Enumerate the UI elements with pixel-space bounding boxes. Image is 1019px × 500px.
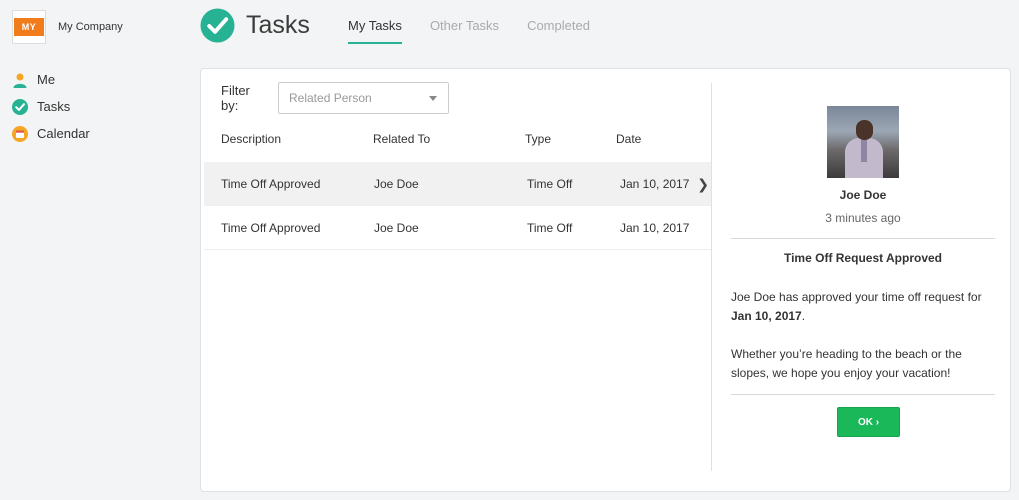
task-tabs: My Tasks Other Tasks Completed [348, 18, 618, 44]
ok-button[interactable]: OK › [837, 407, 900, 437]
sidebar-item-tasks[interactable]: Tasks [12, 93, 90, 120]
sidebar-item-calendar[interactable]: Calendar [12, 120, 90, 147]
panel-divider [711, 83, 712, 471]
chevron-down-icon [429, 96, 437, 101]
vacation-message: Whether you’re heading to the beach or t… [731, 347, 962, 380]
page-header: Tasks [200, 7, 310, 43]
approval-message-end: . [801, 309, 806, 323]
avatar [827, 106, 899, 178]
company-name: My Company [58, 21, 123, 33]
tab-other-tasks[interactable]: Other Tasks [430, 18, 499, 44]
column-header-description[interactable]: Description [221, 132, 281, 146]
related-person-select[interactable]: Related Person [278, 82, 449, 114]
request-title: Time Off Request Approved [783, 251, 943, 265]
chevron-right-icon: ❯ [697, 176, 709, 192]
sidebar-item-me[interactable]: Me [12, 66, 90, 93]
table-row[interactable]: Time Off Approved Joe Doe Time Off Jan 1… [204, 162, 711, 206]
row-description: Time Off Approved [221, 177, 321, 191]
company-logo: MY [12, 10, 46, 44]
divider [731, 394, 995, 395]
timestamp: 3 minutes ago [825, 211, 901, 225]
row-date: Jan 10, 2017 [620, 221, 690, 235]
tab-completed[interactable]: Completed [527, 18, 590, 44]
related-person-placeholder: Related Person [289, 91, 372, 105]
person-name: Joe Doe [839, 188, 887, 202]
tasks-panel: Filter by: Related Person Description Re… [200, 68, 1011, 492]
row-description: Time Off Approved [221, 221, 321, 235]
divider [731, 238, 995, 239]
column-header-date[interactable]: Date [616, 132, 641, 146]
sidebar-item-label: Calendar [37, 126, 90, 141]
tasks-check-icon [200, 7, 235, 43]
sidebar-item-label: Tasks [37, 99, 71, 114]
column-header-related-to[interactable]: Related To [373, 132, 430, 146]
person-icon [12, 72, 28, 88]
approval-message: Joe Doe has approved your time off reque… [731, 288, 995, 326]
approval-message-text: Joe Doe has approved your time off reque… [731, 290, 982, 304]
filter-label: Filter by: [221, 83, 250, 113]
row-related-to: Joe Doe [374, 221, 419, 235]
row-date: Jan 10, 2017 [620, 177, 690, 191]
sidebar-nav: Me Tasks Calendar [12, 66, 90, 147]
calendar-icon [12, 125, 28, 142]
company-logo-text: MY [14, 18, 44, 36]
page-title: Tasks [246, 10, 310, 39]
table-row[interactable]: Time Off Approved Joe Doe Time Off Jan 1… [204, 206, 711, 250]
tab-my-tasks[interactable]: My Tasks [348, 18, 402, 44]
approval-date: Jan 10, 2017 [731, 309, 802, 323]
row-related-to: Joe Doe [374, 177, 419, 191]
row-type: Time Off [527, 177, 573, 191]
check-circle-icon [12, 98, 28, 115]
row-type: Time Off [527, 221, 573, 235]
sidebar-item-label: Me [37, 72, 56, 87]
column-header-type[interactable]: Type [525, 132, 551, 146]
company-switcher[interactable]: MY My Company [12, 10, 123, 44]
